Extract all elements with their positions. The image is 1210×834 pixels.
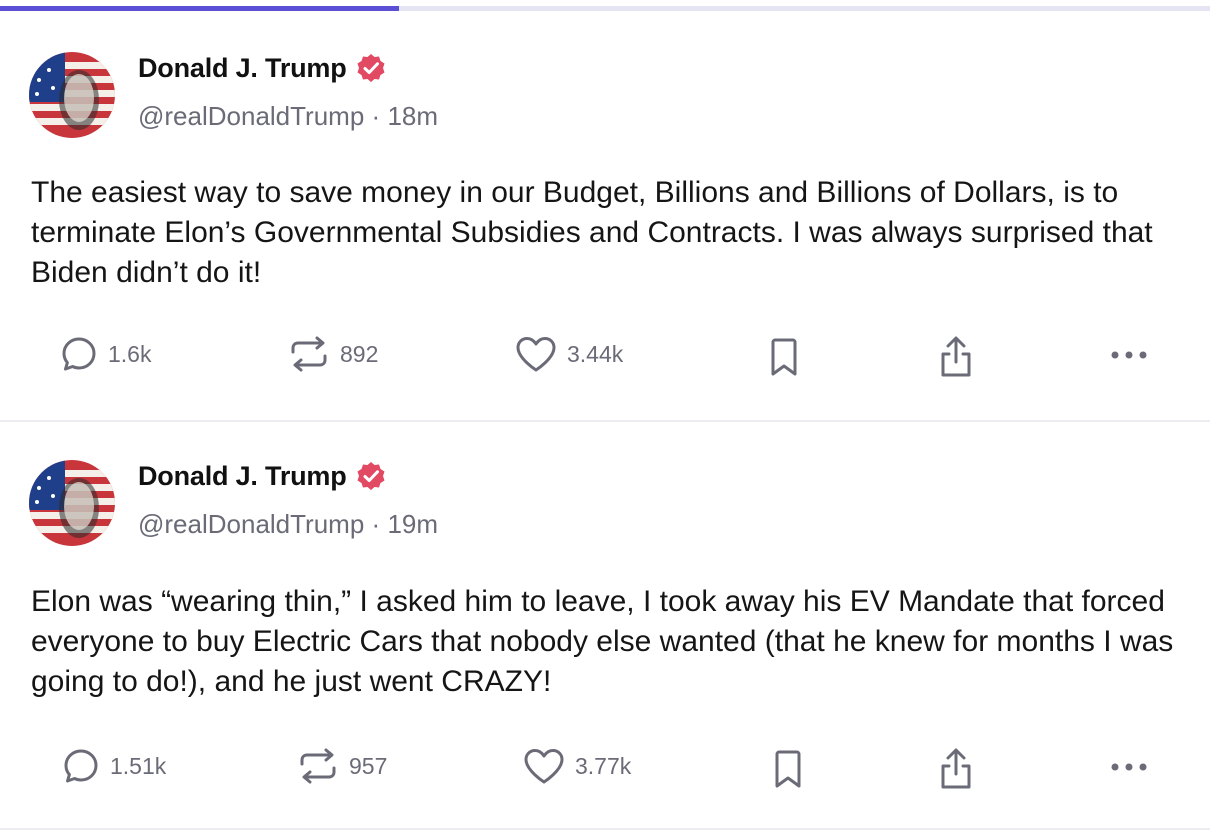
repost-button[interactable]: 892: [288, 335, 378, 373]
bookmark-button[interactable]: [768, 337, 800, 377]
author-handle[interactable]: @realDonaldTrump: [138, 509, 364, 539]
share-button[interactable]: [937, 335, 975, 379]
avatar[interactable]: [29, 52, 115, 138]
avatar[interactable]: [29, 460, 115, 546]
speech-bubble-icon: [64, 749, 98, 783]
post-time[interactable]: 18m: [387, 101, 438, 131]
share-upload-icon: [941, 748, 971, 789]
heart-icon: [524, 749, 564, 784]
bookmark-button[interactable]: [772, 749, 804, 789]
action-bar: 1.51k 957 3.77k: [0, 742, 1210, 792]
action-bar: 1.6k 892 3.44k: [0, 330, 1210, 380]
speech-bubble-icon: [62, 337, 96, 371]
reply-count: 1.6k: [108, 340, 152, 367]
bookmark-icon: [771, 338, 797, 376]
share-upload-icon: [941, 336, 971, 377]
reply-button[interactable]: 1.6k: [60, 335, 151, 373]
like-count: 3.44k: [567, 340, 624, 367]
handle-separator: ·: [371, 101, 381, 131]
repost-count: 957: [349, 752, 388, 779]
post-time[interactable]: 19m: [387, 509, 438, 539]
like-button[interactable]: 3.77k: [523, 747, 631, 785]
author-handle[interactable]: @realDonaldTrump: [138, 101, 364, 131]
post[interactable]: Donald J. Trump @realDonaldTrump · 18m T…: [0, 0, 1210, 420]
post-text: The easiest way to save money in our Bud…: [31, 176, 1153, 289]
more-options-button[interactable]: [1110, 762, 1150, 772]
verified-badge-icon: [357, 462, 385, 490]
author-row: Donald J. Trump: [138, 460, 387, 492]
bookmark-icon: [775, 750, 801, 788]
author-row: Donald J. Trump: [138, 52, 387, 84]
more-options-button[interactable]: [1110, 350, 1150, 360]
author-name[interactable]: Donald J. Trump: [138, 53, 347, 84]
more-dots-icon: [1111, 351, 1147, 359]
post[interactable]: Donald J. Trump @realDonaldTrump · 19m E…: [0, 422, 1210, 827]
repost-arrows-icon: [300, 748, 336, 784]
repost-arrows-icon: [291, 336, 327, 372]
like-count: 3.77k: [575, 752, 632, 779]
handle-row: @realDonaldTrump · 19m: [138, 509, 438, 540]
post-divider: [0, 828, 1210, 830]
share-button[interactable]: [937, 747, 975, 791]
like-button[interactable]: 3.44k: [515, 335, 623, 373]
heart-icon: [516, 337, 556, 372]
author-name[interactable]: Donald J. Trump: [138, 461, 347, 492]
handle-row: @realDonaldTrump · 18m: [138, 101, 438, 132]
reply-button[interactable]: 1.51k: [62, 747, 166, 785]
handle-separator: ·: [371, 509, 381, 539]
post-text: Elon was “wearing thin,” I asked him to …: [31, 585, 1174, 698]
reply-count: 1.51k: [110, 752, 167, 779]
repost-button[interactable]: 957: [297, 747, 387, 785]
repost-count: 892: [340, 340, 379, 367]
more-dots-icon: [1111, 763, 1147, 771]
verified-badge-icon: [357, 54, 385, 82]
